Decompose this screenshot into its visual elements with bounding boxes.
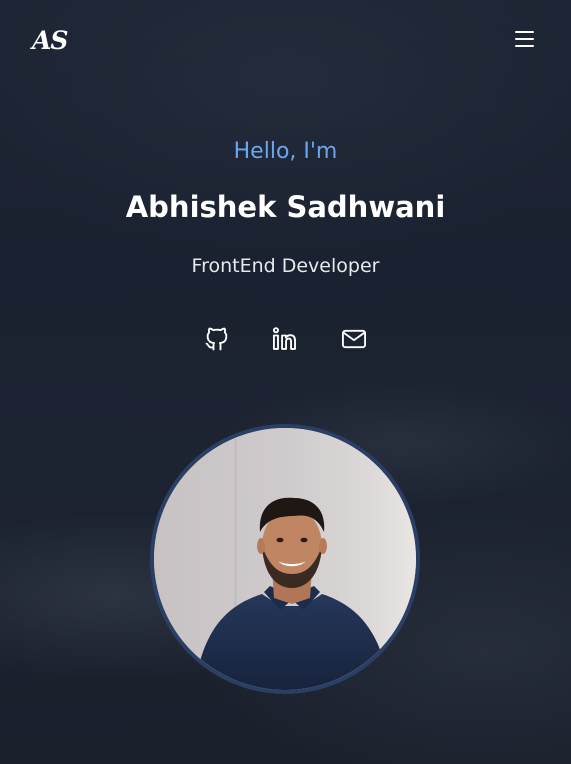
profile-photo xyxy=(154,428,416,690)
social-links xyxy=(0,325,571,353)
linkedin-link[interactable] xyxy=(271,325,299,353)
mail-icon xyxy=(341,329,367,349)
logo-link[interactable]: AS xyxy=(32,26,68,55)
header: AS xyxy=(0,0,571,84)
github-link[interactable] xyxy=(203,325,231,353)
email-link[interactable] xyxy=(340,325,368,353)
menu-bar xyxy=(515,45,534,47)
menu-bar xyxy=(515,38,534,40)
menu-bar xyxy=(515,31,534,33)
greeting-text: Hello, I'm xyxy=(233,139,338,164)
hero-name: Abhishek Sadhwani xyxy=(125,190,446,224)
page: AS Hello, I'm Abhishek Sadhwani FrontEnd… xyxy=(0,0,571,764)
linkedin-icon xyxy=(272,327,296,350)
profile-avatar xyxy=(150,424,420,694)
hero-role: FrontEnd Developer xyxy=(191,255,380,277)
hamburger-menu-icon[interactable] xyxy=(514,31,536,51)
github-icon xyxy=(205,327,228,351)
